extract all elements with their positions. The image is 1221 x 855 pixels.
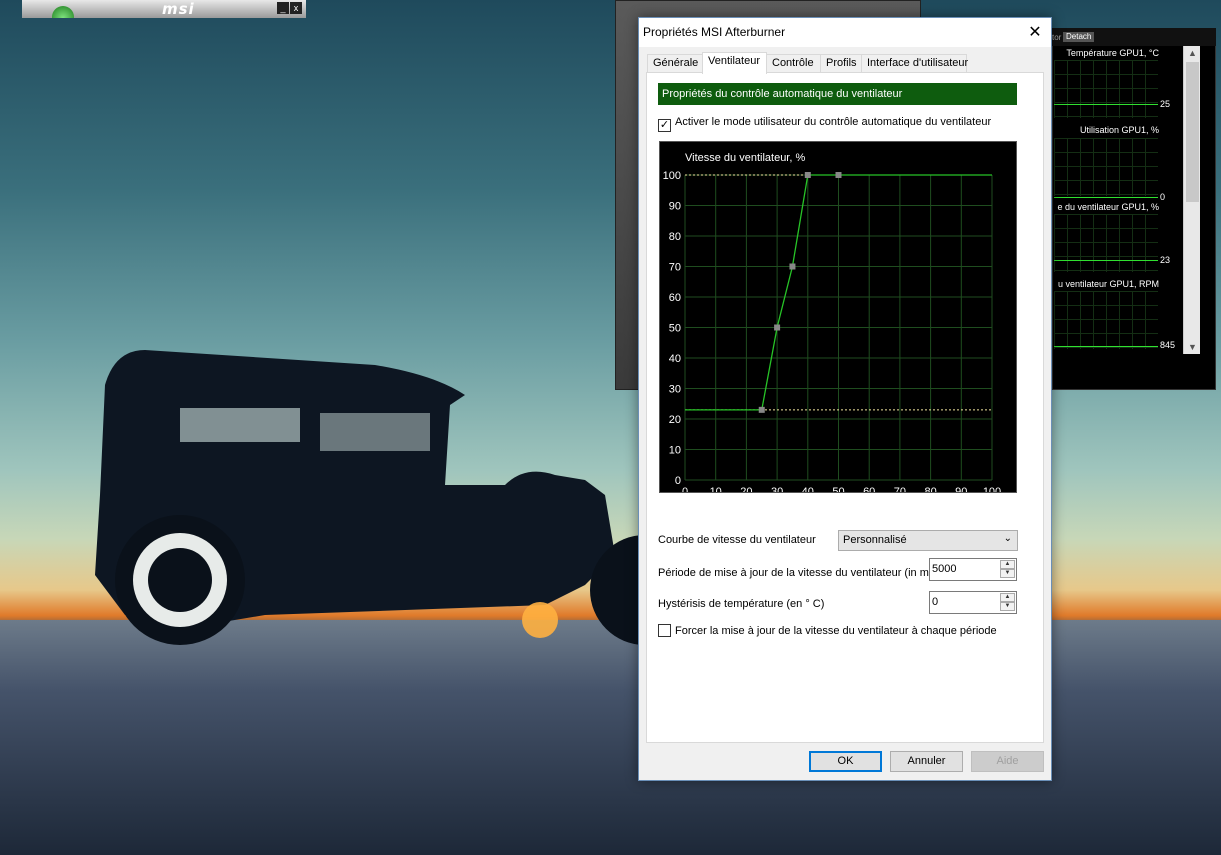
car-silhouette-image xyxy=(95,350,645,645)
tab-ventilateur[interactable]: Ventilateur xyxy=(702,52,767,74)
afterburner-close-button[interactable]: x xyxy=(290,2,302,14)
x-tick-label: 70 xyxy=(894,486,906,492)
section-header: Propriétés du contrôle automatique du ve… xyxy=(658,83,1017,105)
dialog-title: Propriétés MSI Afterburner xyxy=(643,25,786,39)
curve-control-point[interactable] xyxy=(804,172,811,178)
monitor-graph-temp xyxy=(1054,60,1158,118)
hysteresis-label: Hystérisis de température (en ° C) xyxy=(658,598,825,610)
enable-user-mode-label: Activer le mode utilisateur du contrôle … xyxy=(675,116,992,128)
x-tick-label: 50 xyxy=(832,486,844,492)
y-tick-label: 80 xyxy=(669,231,681,243)
spin-up-icon[interactable]: ▲ xyxy=(1000,593,1015,602)
close-icon[interactable]: ✕ xyxy=(1019,18,1051,47)
monitor-graph-fan-speed xyxy=(1054,214,1158,272)
monitor-value-fan-speed: 23 xyxy=(1160,255,1171,265)
enable-user-mode-checkbox[interactable]: ✓ xyxy=(658,119,671,132)
y-tick-label: 20 xyxy=(669,414,681,426)
period-label: Période de mise à jour de la vitesse du … xyxy=(658,567,939,579)
monitor-line-temperature xyxy=(1054,104,1158,105)
x-tick-label: 30 xyxy=(771,486,783,492)
y-tick-label: 50 xyxy=(669,323,681,335)
dialog-titlebar: Propriétés MSI Afterburner ✕ xyxy=(639,18,1051,47)
monitor-value-usage: 0 xyxy=(1160,192,1166,202)
force-update-row[interactable]: Forcer la mise à jour de la vitesse du v… xyxy=(658,624,997,637)
cancel-button[interactable]: Annuler xyxy=(890,751,963,772)
afterburner-status-icon xyxy=(52,6,74,18)
properties-dialog: Propriétés MSI Afterburner ✕ Générale Ve… xyxy=(638,17,1052,781)
y-tick-label: 100 xyxy=(663,170,681,182)
tab-interface-utilisateur[interactable]: Interface d'utilisateur xyxy=(861,54,968,73)
x-tick-label: 0 xyxy=(682,486,688,492)
tab-profils[interactable]: Profils xyxy=(820,54,862,73)
curve-control-point[interactable] xyxy=(789,263,796,270)
x-tick-label: 20 xyxy=(740,486,752,492)
period-value[interactable]: 5000 xyxy=(932,563,956,575)
curve-control-point[interactable] xyxy=(835,172,842,178)
monitor-label-fan-speed: e du ventilateur GPU1, % xyxy=(1057,202,1159,212)
fan-curve-chart[interactable]: 100 90 80 70 60 50 40 30 20 10 0 0 10 20 30 40 50 60 70 80 9… xyxy=(659,141,1017,493)
curve-control-point[interactable] xyxy=(758,406,765,413)
enable-user-mode-row[interactable]: ✓ Activer le mode utilisateur du contrôle… xyxy=(658,116,991,132)
monitor-label-temperature: Température GPU1, °C xyxy=(1066,48,1159,58)
x-tick-label: 60 xyxy=(863,486,875,492)
tab-generale[interactable]: Générale xyxy=(647,54,703,73)
y-tick-label: 90 xyxy=(669,201,681,213)
monitor-line-usage xyxy=(1054,197,1158,198)
afterburner-minimize-button[interactable]: _ xyxy=(277,2,289,14)
y-tick-label: 40 xyxy=(669,353,681,365)
ok-button[interactable]: OK xyxy=(809,751,882,772)
y-tick-label: 60 xyxy=(669,292,681,304)
curve-label: Courbe de vitesse du ventilateur xyxy=(658,534,816,546)
y-axis-label: Vitesse du ventilateur, % xyxy=(685,152,805,164)
help-button[interactable]: Aide xyxy=(971,751,1044,772)
force-update-checkbox[interactable] xyxy=(658,624,671,637)
monitor-graph-usage xyxy=(1054,138,1158,196)
afterburner-titlebar: msi _ x xyxy=(22,0,306,18)
fan-curve-svg[interactable]: 10090807060504030201000 10 20 30 40 50 60 70 80 9… xyxy=(660,142,1016,492)
hysteresis-spinner[interactable]: 0 ▲ ▼ xyxy=(929,591,1017,614)
monitor-scroll-thumb[interactable] xyxy=(1186,62,1199,202)
y-tick-label: 30 xyxy=(669,384,681,396)
monitor-line-fan-speed xyxy=(1054,260,1158,261)
hysteresis-value[interactable]: 0 xyxy=(932,596,938,608)
curve-control-point[interactable] xyxy=(774,324,781,331)
monitor-value-fan-rpm: 845 xyxy=(1160,340,1176,350)
afterburner-logo: msi xyxy=(162,0,195,18)
tab-controle[interactable]: Contrôle xyxy=(766,54,821,73)
monitor-line-fan-rpm xyxy=(1054,346,1158,347)
monitor-scrollbar[interactable]: ▲ ▼ xyxy=(1183,46,1200,354)
monitor-detach-button[interactable]: Detach xyxy=(1063,32,1095,42)
chevron-down-icon: ⌄ xyxy=(1003,533,1012,544)
y-tick-label: 0 xyxy=(675,475,681,487)
x-tick-label: 40 xyxy=(802,486,814,492)
monitor-graph-fan-rpm xyxy=(1054,291,1158,349)
y-tick-label: 10 xyxy=(669,445,681,457)
spin-up-icon[interactable]: ▲ xyxy=(1000,560,1015,569)
monitor-label-usage: Utilisation GPU1, % xyxy=(1079,125,1159,135)
monitor-value-temperature: 25 xyxy=(1160,99,1171,109)
scroll-down-icon[interactable]: ▼ xyxy=(1184,340,1201,354)
spin-down-icon[interactable]: ▼ xyxy=(1000,569,1015,578)
y-tick-label: 70 xyxy=(669,262,681,274)
monitor-label-fan-rpm: u ventilateur GPU1, RPM xyxy=(1057,279,1159,289)
curve-select-value: Personnalisé xyxy=(843,534,907,546)
x-tick-label: 80 xyxy=(924,486,936,492)
spin-down-icon[interactable]: ▼ xyxy=(1000,602,1015,611)
x-tick-label: 90 xyxy=(955,486,967,492)
period-spinner[interactable]: 5000 ▲ ▼ xyxy=(929,558,1017,581)
force-update-label: Forcer la mise à jour de la vitesse du v… xyxy=(675,625,997,637)
monitor-partial-label: tor xyxy=(1052,33,1062,42)
x-tick-label: 10 xyxy=(710,486,722,492)
x-tick-label: 100 xyxy=(983,486,1001,492)
fan-settings-panel: Propriétés du contrôle automatique du ve… xyxy=(646,72,1044,743)
curve-select[interactable]: Personnalisé ⌄ xyxy=(838,530,1018,551)
scroll-up-icon[interactable]: ▲ xyxy=(1184,46,1201,60)
